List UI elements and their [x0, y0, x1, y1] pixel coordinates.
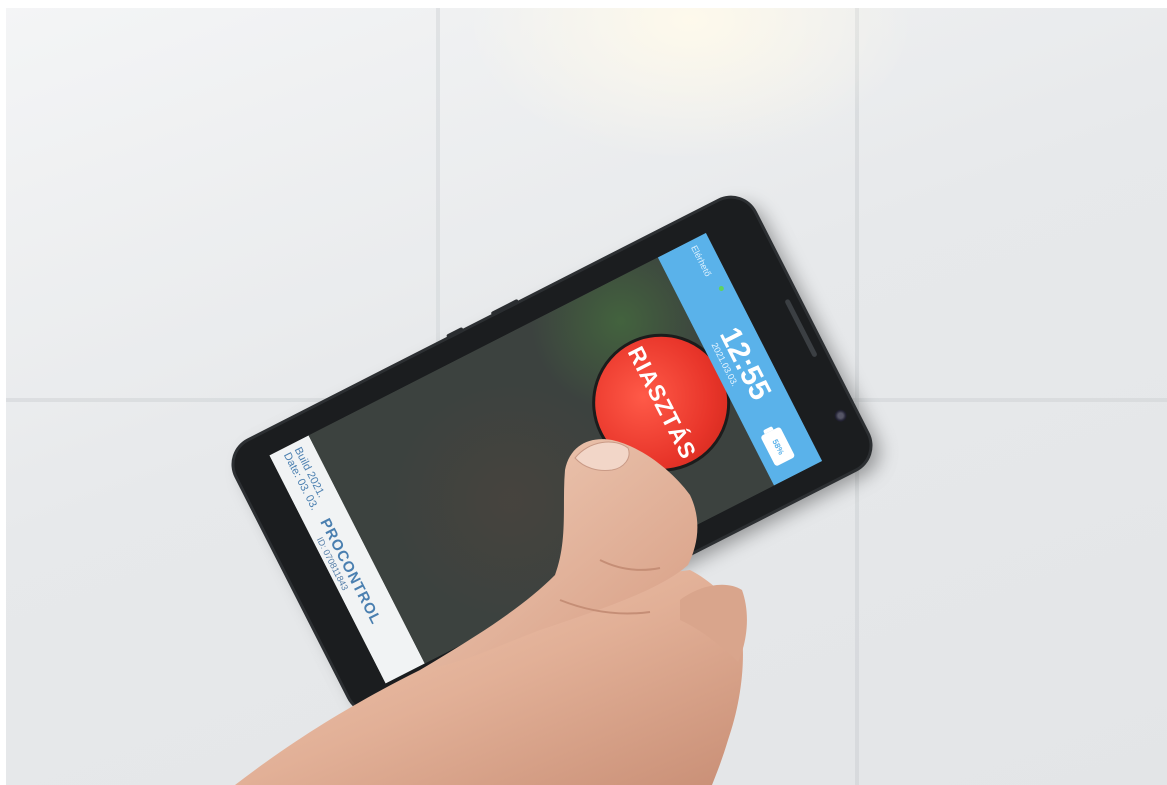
image-border-left [0, 0, 6, 785]
availability-status: Elérhető [689, 243, 714, 279]
battery-level: 58% [770, 437, 786, 456]
alarm-button-label: RIASZTÁS [622, 341, 702, 464]
image-border-top [0, 0, 1167, 8]
battery-icon: 58% [760, 426, 796, 467]
status-dot-icon [717, 285, 725, 292]
front-camera-icon [832, 407, 849, 424]
